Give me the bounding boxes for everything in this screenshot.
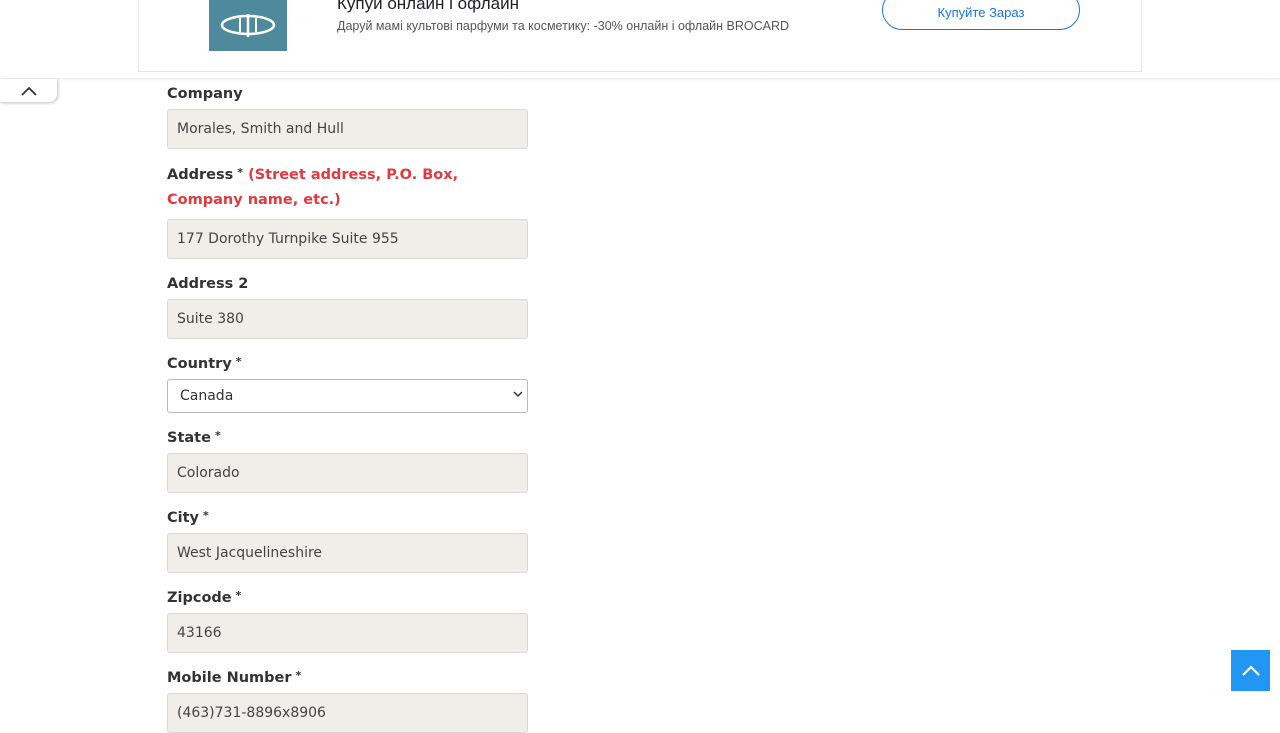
country-label: Country *: [167, 355, 242, 372]
ad-banner[interactable]: Купуй онлайн і офлайн Даруй мамі культов…: [138, 0, 1142, 72]
chevron-down-icon: [513, 391, 523, 398]
zipcode-input[interactable]: [167, 613, 528, 653]
mobile-input[interactable]: [167, 693, 528, 733]
zipcode-label: Zipcode *: [167, 589, 242, 606]
address-input[interactable]: [167, 219, 528, 259]
required-mark: *: [214, 429, 221, 442]
company-group: Company: [167, 82, 529, 149]
required-mark: *: [295, 669, 302, 682]
brocard-logo-icon[interactable]: [209, 0, 287, 51]
collapse-ad-button[interactable]: [0, 79, 57, 102]
city-input[interactable]: [167, 533, 528, 573]
required-mark: *: [203, 509, 209, 522]
required-mark: *: [235, 589, 242, 602]
address2-group: Address 2: [167, 272, 529, 339]
city-group: City *: [167, 506, 529, 573]
required-mark: *: [237, 166, 243, 179]
chevron-up-icon: [20, 86, 37, 96]
scroll-to-top-button[interactable]: [1231, 650, 1270, 691]
mobile-label: Mobile Number *: [167, 669, 302, 686]
country-selected-value: Canada: [180, 388, 234, 404]
state-label: State *: [167, 429, 221, 446]
mobile-group: Mobile Number *: [167, 666, 529, 733]
state-input[interactable]: [167, 453, 528, 493]
city-label: City *: [167, 509, 209, 526]
address2-label: Address 2: [167, 276, 249, 292]
ad-title[interactable]: Купуй онлайн і офлайн: [337, 0, 519, 14]
country-select[interactable]: Canada: [167, 379, 528, 413]
company-input[interactable]: [167, 109, 528, 149]
country-group: Country * Canada: [167, 352, 529, 413]
ad-description[interactable]: Даруй мамі культові парфуми та косметику…: [337, 19, 789, 33]
state-group: State *: [167, 426, 529, 493]
address-label: Address * (Street address, P.O. Box, Comp…: [167, 166, 459, 208]
arrow-up-icon: [1241, 664, 1260, 676]
company-label: Company: [167, 86, 243, 102]
zipcode-group: Zipcode *: [167, 586, 529, 653]
address-group: Address * (Street address, P.O. Box, Comp…: [167, 163, 529, 259]
required-mark: *: [235, 355, 242, 368]
address2-input[interactable]: [167, 299, 528, 339]
ad-cta-button[interactable]: Купуйте Зараз: [882, 0, 1080, 30]
